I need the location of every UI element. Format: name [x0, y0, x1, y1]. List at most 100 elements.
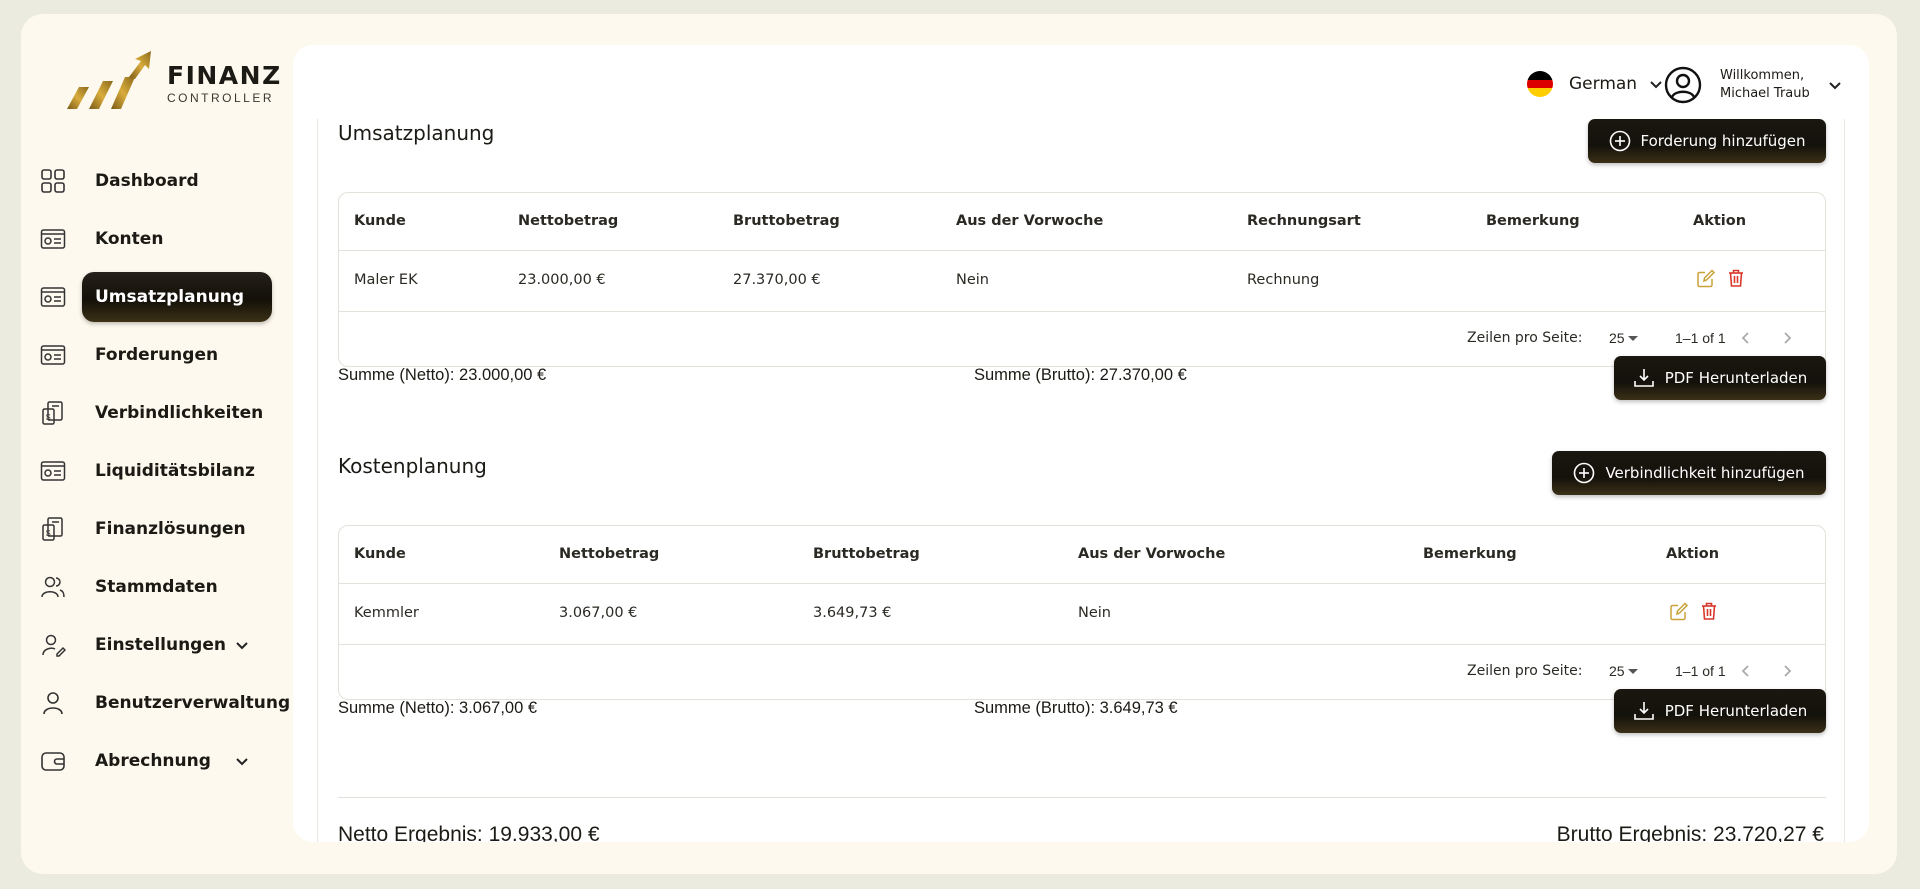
language-selector[interactable]: German: [1527, 71, 1663, 97]
brand-logo[interactable]: FINANZ CONTROLLER: [59, 47, 282, 119]
top-bar: German Willkommen, Michael Traub: [293, 45, 1869, 119]
rows-per-page-select[interactable]: 25: [1609, 330, 1638, 346]
add-forderung-button[interactable]: Forderung hinzufügen: [1588, 119, 1826, 163]
chevron-left-icon[interactable]: [1739, 664, 1753, 678]
chevron-down-icon[interactable]: [235, 638, 249, 652]
user-icon: [43, 692, 63, 715]
column-header: Bemerkung: [1486, 213, 1580, 229]
card-icon: [40, 345, 66, 365]
user-greeting: Willkommen,: [1720, 68, 1805, 83]
sidebar-item-einstellungen[interactable]: Einstellungen: [21, 620, 281, 670]
wallet-icon: [41, 752, 65, 771]
table-pagination: Zeilen pro Seite: 25 1–1 of 1: [339, 645, 1825, 699]
svg-text:$: $: [46, 529, 51, 538]
sidebar-item-forderungen[interactable]: Forderungen: [21, 330, 281, 380]
chevron-down-icon: [1829, 82, 1841, 90]
chevron-down-icon[interactable]: [235, 754, 249, 768]
plus-circle-icon: [1609, 130, 1630, 152]
sidebar-item-label: Abrechnung: [95, 751, 211, 771]
sidebar-item-label: Forderungen: [95, 345, 219, 365]
column-header: Kunde: [354, 213, 406, 229]
sidebar-item-finanzloesungen[interactable]: $ Finanzlösungen: [21, 504, 281, 554]
brutto-result: Brutto Ergebnis: 23.720,27 €: [1556, 823, 1824, 842]
card-icon: [40, 229, 66, 249]
column-header: Nettobetrag: [559, 546, 660, 562]
chevron-right-icon[interactable]: [1780, 331, 1794, 345]
kosten-pdf-download-button[interactable]: PDF Herunterladen: [1614, 689, 1826, 733]
table-header: Kunde Nettobetrag Bruttobetrag Aus der V…: [339, 526, 1825, 584]
umsatz-pdf-download-button[interactable]: PDF Herunterladen: [1614, 356, 1826, 400]
money-doc-icon: $: [42, 401, 63, 425]
section-title-kostenplanung: Kostenplanung: [338, 454, 487, 478]
chevron-left-icon[interactable]: [1739, 331, 1753, 345]
cell-rechnungsart: Rechnung: [1247, 272, 1320, 288]
delete-icon[interactable]: [1699, 601, 1719, 621]
sidebar-item-konten[interactable]: Konten: [21, 214, 281, 264]
pdf-download-label: PDF Herunterladen: [1664, 702, 1808, 720]
kosten-sum-brutto: Summe (Brutto): 3.649,73 €: [974, 699, 1178, 717]
caret-down-icon: [1627, 668, 1638, 674]
row-actions: [1696, 268, 1746, 288]
sidebar-item-liquiditaetsbilanz[interactable]: Liquiditätsbilanz: [21, 446, 281, 496]
money-doc-icon: $: [42, 517, 63, 541]
umsatz-table: Kunde Nettobetrag Bruttobetrag Aus der V…: [338, 192, 1826, 367]
column-header: Aus der Vorwoche: [956, 213, 1104, 229]
language-label: German: [1569, 74, 1638, 94]
add-verbindlichkeit-label: Verbindlichkeit hinzufügen: [1605, 464, 1805, 482]
chevron-right-icon[interactable]: [1780, 664, 1794, 678]
sidebar-item-label: Stammdaten: [95, 577, 218, 597]
sidebar-item-dashboard[interactable]: Dashboard: [21, 156, 281, 206]
edit-icon[interactable]: [1696, 268, 1716, 288]
sidebar-item-stammdaten[interactable]: Stammdaten: [21, 562, 281, 612]
page-range: 1–1 of 1: [1675, 663, 1726, 679]
table-row: Maler EK 23.000,00 € 27.370,00 € Nein Re…: [339, 251, 1825, 312]
netto-result: Netto Ergebnis: 19.933,00 €: [338, 823, 600, 842]
sidebar-item-label: Benutzerverwaltung: [95, 693, 291, 713]
cell-vorwoche: Nein: [1078, 605, 1111, 621]
divider: [338, 797, 1826, 798]
brand-subtitle: CONTROLLER: [167, 91, 275, 105]
delete-icon[interactable]: [1726, 268, 1746, 288]
cell-kunde: Maler EK: [354, 272, 418, 288]
table-header: Kunde Nettobetrag Bruttobetrag Aus der V…: [339, 193, 1825, 251]
cell-vorwoche: Nein: [956, 272, 989, 288]
sidebar-item-label: Umsatzplanung: [95, 287, 245, 307]
column-header: Aktion: [1693, 213, 1747, 229]
sidebar-item-label: Verbindlichkeiten: [95, 403, 264, 423]
rows-per-page-label: Zeilen pro Seite:: [1467, 663, 1583, 679]
page-range: 1–1 of 1: [1675, 330, 1726, 346]
users-icon: [41, 576, 65, 598]
sidebar-item-verbindlichkeiten[interactable]: $ Verbindlichkeiten: [21, 388, 281, 438]
kosten-sum-netto: Summe (Netto): 3.067,00 €: [338, 699, 538, 717]
rows-per-page-value: 25: [1609, 330, 1625, 346]
sidebar-item-label: Finanzlösungen: [95, 519, 246, 539]
rows-per-page-label: Zeilen pro Seite:: [1467, 330, 1583, 346]
grid-icon: [41, 169, 65, 193]
column-header: Aus der Vorwoche: [1078, 546, 1226, 562]
column-header: Bruttobetrag: [733, 213, 840, 229]
add-verbindlichkeit-button[interactable]: Verbindlichkeit hinzufügen: [1552, 451, 1826, 495]
sidebar-item-umsatzplanung[interactable]: Umsatzplanung: [21, 272, 281, 322]
sidebar-item-label: Liquiditätsbilanz: [95, 461, 255, 481]
user-menu[interactable]: Willkommen, Michael Traub: [1664, 66, 1842, 104]
edit-icon[interactable]: [1669, 601, 1689, 621]
cell-netto: 3.067,00 €: [559, 605, 638, 621]
column-header: Bemerkung: [1423, 546, 1517, 562]
cell-brutto: 27.370,00 €: [733, 272, 821, 288]
sidebar-item-abrechnung[interactable]: Abrechnung: [21, 736, 281, 786]
add-forderung-label: Forderung hinzufügen: [1640, 132, 1806, 150]
sidebar-item-benutzerverwaltung[interactable]: Benutzerverwaltung: [21, 678, 290, 728]
brand-title: FINANZ: [167, 61, 282, 90]
app-shell: FINANZ CONTROLLER Dashboard Konten Umsat…: [21, 14, 1897, 874]
user-name: Michael Traub: [1720, 86, 1810, 101]
plus-circle-icon: [1574, 462, 1595, 484]
sidebar-item-label: Dashboard: [95, 171, 199, 191]
cell-netto: 23.000,00 €: [518, 272, 606, 288]
cell-brutto: 3.649,73 €: [813, 605, 892, 621]
pdf-download-label: PDF Herunterladen: [1664, 369, 1808, 387]
avatar-icon: [1664, 66, 1702, 104]
rows-per-page-select[interactable]: 25: [1609, 663, 1638, 679]
column-header: Bruttobetrag: [813, 546, 920, 562]
section-title-umsatzplanung: Umsatzplanung: [338, 121, 495, 145]
card-icon: [40, 287, 66, 307]
